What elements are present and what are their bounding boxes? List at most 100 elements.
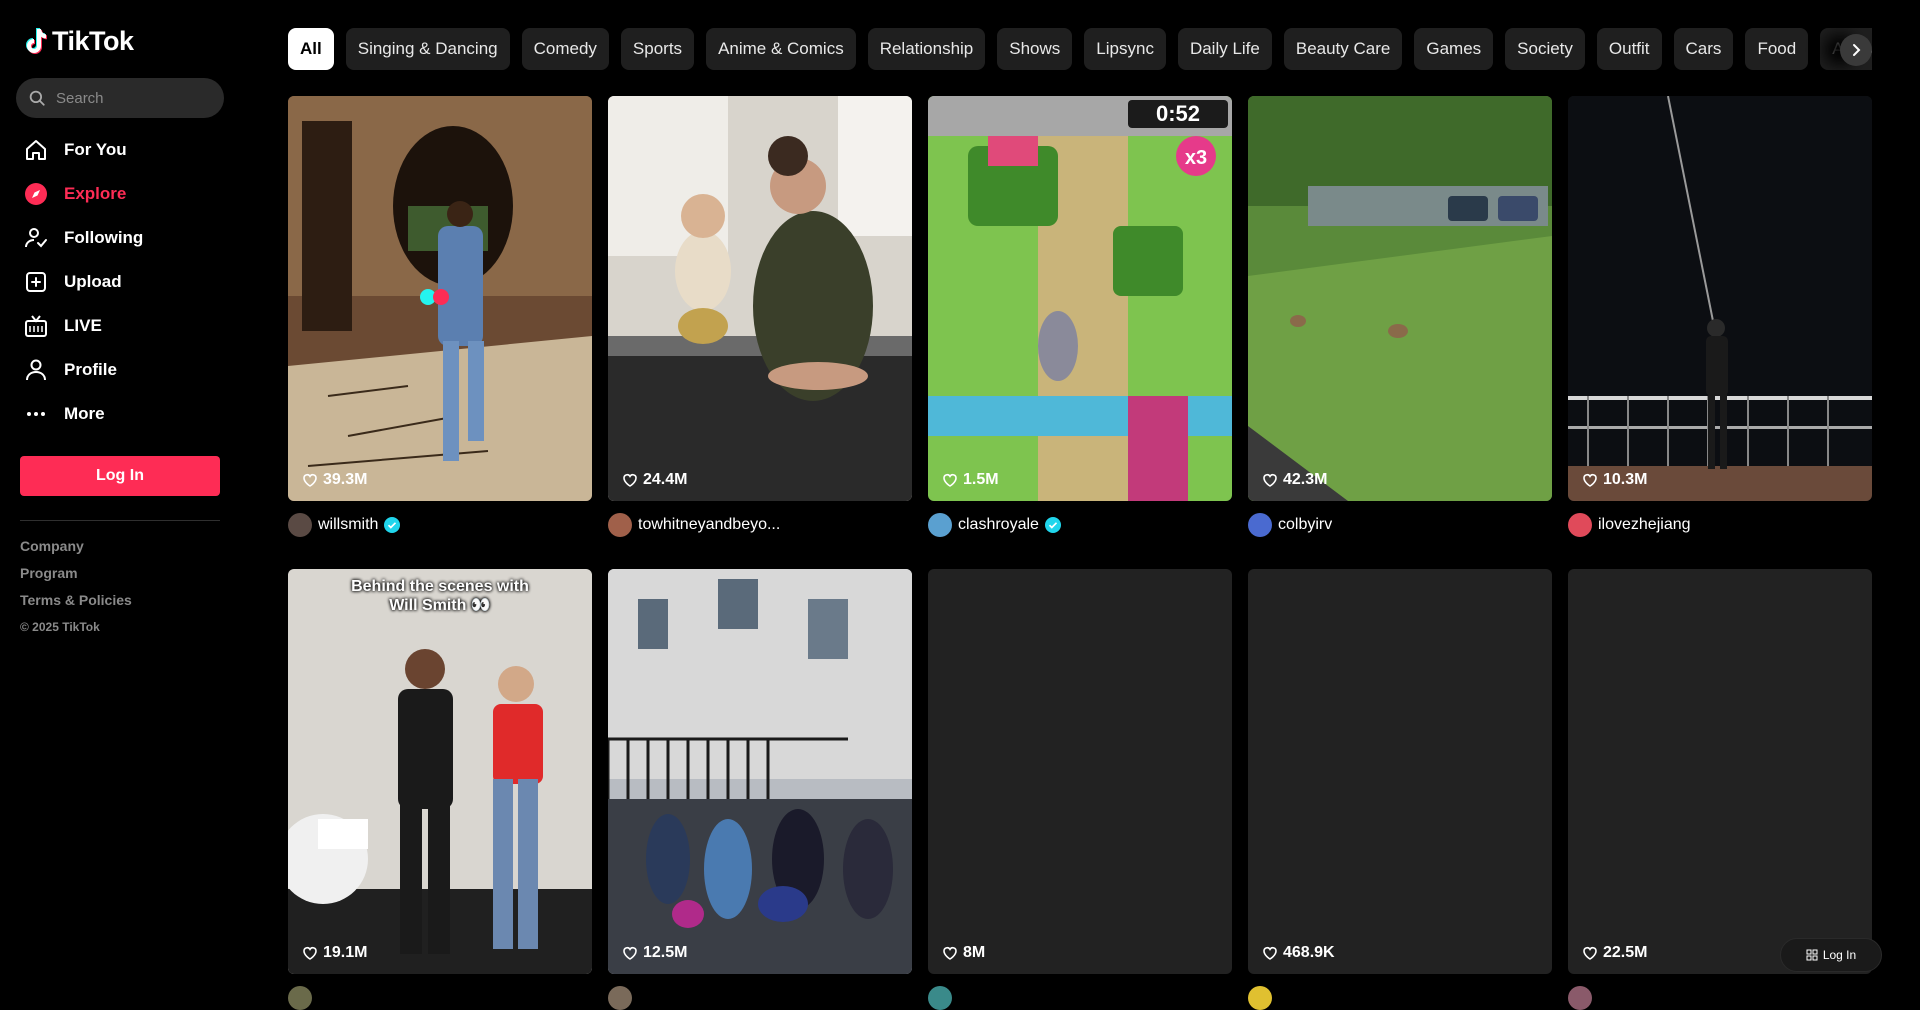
tiktok-logo[interactable]: TikTok <box>24 26 134 57</box>
nav-following[interactable]: Following <box>16 216 224 260</box>
tab-daily-life[interactable]: Daily Life <box>1177 28 1272 70</box>
like-count: 22.5M <box>1582 944 1647 962</box>
video-author[interactable] <box>1568 986 1872 1010</box>
avatar <box>288 513 312 537</box>
like-count: 468.9K <box>1262 944 1335 962</box>
author-name: ilovezhejiang <box>1598 516 1691 533</box>
tab-relationship[interactable]: Relationship <box>867 28 986 70</box>
login-button[interactable]: Log In <box>20 456 220 496</box>
like-count-value: 39.3M <box>323 471 368 488</box>
video-card[interactable]: 468.9K <box>1248 569 1552 1010</box>
video-card[interactable]: 12.5M <box>608 569 912 1010</box>
tab-food[interactable]: Food <box>1745 28 1809 70</box>
video-card[interactable]: 8M <box>928 569 1232 1010</box>
thumbnail-image <box>608 96 912 501</box>
nav-live[interactable]: LIVE <box>16 304 224 348</box>
tab-all[interactable]: All <box>288 28 334 70</box>
video-author[interactable]: clashroyale <box>928 513 1232 537</box>
search-box[interactable] <box>16 78 224 118</box>
tab-outfit[interactable]: Outfit <box>1596 28 1662 70</box>
video-author[interactable] <box>608 986 912 1010</box>
nav-label: More <box>64 404 105 423</box>
thumbnail-image <box>288 96 592 501</box>
tab-singing-dancing[interactable]: Singing & Dancing <box>345 28 510 70</box>
tab-society[interactable]: Society <box>1505 28 1585 70</box>
heart-icon <box>303 474 317 487</box>
nav-more[interactable]: More <box>16 392 224 436</box>
like-count-value: 42.3M <box>1283 471 1328 488</box>
video-card[interactable]: 39.3M willsmith <box>288 96 592 537</box>
heart-icon <box>303 947 317 960</box>
copyright: © 2025 TikTok <box>20 620 100 634</box>
video-thumbnail[interactable]: Behind the scenes with Will Smith 👀 19.1… <box>288 569 592 974</box>
like-count: 39.3M <box>302 471 367 489</box>
video-card[interactable]: Behind the scenes with Will Smith 👀 19.1… <box>288 569 592 1010</box>
like-count: 1.5M <box>942 471 999 489</box>
tab-anime-comics[interactable]: Anime & Comics <box>706 28 856 70</box>
video-author[interactable] <box>288 986 592 1010</box>
verified-badge-icon <box>1044 517 1061 533</box>
tab-shows[interactable]: Shows <box>997 28 1073 70</box>
footer-link-terms[interactable]: Terms & Policies <box>20 592 132 619</box>
tab-lipsync[interactable]: Lipsync <box>1084 28 1166 70</box>
tiktok-logo-icon <box>26 27 47 54</box>
video-author[interactable] <box>928 986 1232 1010</box>
heart-icon <box>1263 474 1277 487</box>
tab-beauty-care[interactable]: Beauty Care <box>1283 28 1403 70</box>
floating-login-button[interactable]: Log In <box>1780 938 1882 972</box>
footer-link-company[interactable]: Company <box>20 538 132 565</box>
video-author[interactable]: towhitneyandbeyo... <box>608 513 912 537</box>
video-thumbnail[interactable]: 0:52 x3 1.5M <box>928 96 1232 501</box>
avatar <box>288 986 312 1010</box>
home-icon <box>26 140 46 160</box>
like-count-value: 1.5M <box>963 471 999 488</box>
avatar <box>1568 513 1592 537</box>
verified-badge-icon <box>384 517 401 533</box>
video-thumbnail[interactable]: 468.9K <box>1248 569 1552 974</box>
video-thumbnail[interactable]: 22.5M <box>1568 569 1872 974</box>
video-author[interactable]: colbyirv <box>1248 513 1552 537</box>
author-name: clashroyale <box>958 516 1039 533</box>
nav-label: Explore <box>64 184 127 203</box>
video-card[interactable]: 10.3M ilovezhejiang <box>1568 96 1872 537</box>
video-thumbnail[interactable]: 42.3M <box>1248 96 1552 501</box>
video-thumbnail[interactable]: 10.3M <box>1568 96 1872 501</box>
category-tabs: All Singing & Dancing Comedy Sports Anim… <box>288 28 1872 70</box>
sidebar-footer: Company Program Terms & Policies © 2025 … <box>20 538 132 634</box>
heart-icon <box>943 947 957 960</box>
video-author[interactable] <box>1248 986 1552 1010</box>
like-count: 19.1M <box>302 944 367 962</box>
avatar <box>1568 986 1592 1010</box>
nav-label: Following <box>64 228 144 247</box>
video-card[interactable]: 42.3M colbyirv <box>1248 96 1552 537</box>
nav-label: Profile <box>64 360 117 379</box>
nav-upload[interactable]: Upload <box>16 260 224 304</box>
video-thumbnail[interactable]: 12.5M <box>608 569 912 974</box>
video-author[interactable]: willsmith <box>288 513 592 537</box>
like-count-value: 19.1M <box>323 944 368 961</box>
nav-label: For You <box>64 140 127 159</box>
tab-cars[interactable]: Cars <box>1673 28 1734 70</box>
nav-for-you[interactable]: For You <box>16 128 224 172</box>
footer-link-program[interactable]: Program <box>20 565 132 592</box>
video-thumbnail[interactable]: 24.4M <box>608 96 912 501</box>
video-card[interactable]: 0:52 x3 1.5M clashroyale <box>928 96 1232 537</box>
main-nav: For You Explore Following Upload LIVE Pr… <box>16 128 224 436</box>
tab-games[interactable]: Games <box>1414 28 1494 70</box>
nav-explore[interactable]: Explore <box>16 172 224 216</box>
video-thumbnail[interactable]: 8M <box>928 569 1232 974</box>
upload-icon <box>26 272 46 292</box>
video-card[interactable]: 24.4M towhitneyandbeyo... <box>608 96 912 537</box>
tabs-next-button[interactable] <box>1840 34 1872 66</box>
chevron-right-icon <box>1853 44 1861 56</box>
tab-sports[interactable]: Sports <box>620 28 695 70</box>
nav-profile[interactable]: Profile <box>16 348 224 392</box>
like-count: 42.3M <box>1262 471 1327 489</box>
like-count: 8M <box>942 944 985 962</box>
author-name: willsmith <box>318 516 379 533</box>
video-author[interactable]: ilovezhejiang <box>1568 513 1872 537</box>
video-thumbnail[interactable]: 39.3M <box>288 96 592 501</box>
compass-icon <box>25 183 47 205</box>
search-input[interactable] <box>56 89 216 107</box>
tab-comedy[interactable]: Comedy <box>521 28 609 70</box>
